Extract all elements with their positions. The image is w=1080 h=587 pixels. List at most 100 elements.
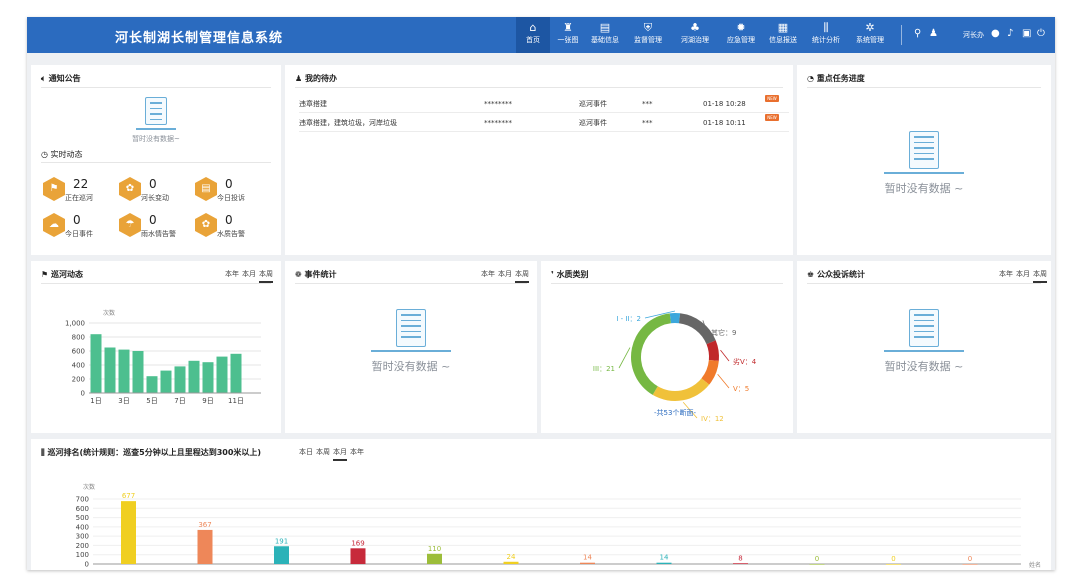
stat-item[interactable]: ✿ 0 水质告警 [195,213,265,241]
ranking-title: ⫼ 巡河排名(统计规则：巡查5分钟以上且里程达到300米以上) [41,448,262,457]
complaints-tabs: 本年 本月 本周 [996,269,1047,283]
patrol-bar[interactable] [216,356,228,393]
todo-time: 01-18 10:11 [703,119,746,127]
slice-leader-line [717,373,730,389]
tab-year[interactable]: 本年 [225,270,239,281]
todo-user: ******** [484,119,512,127]
x-axis-title: 姓名 [1029,561,1041,569]
todo-title: 违章搭建 [299,100,327,108]
tab-month[interactable]: 本月 [498,270,512,281]
stat-label: 正在巡河 [65,194,93,202]
tab-week[interactable]: 本周 [1033,270,1047,283]
rank-value-label: 191 [275,537,288,545]
tab-year[interactable]: 本年 [999,270,1013,281]
donut-slice[interactable] [652,378,710,401]
donut-slice[interactable] [706,340,719,361]
rank-bar[interactable] [197,529,213,564]
rank-value-label: 0 [815,555,819,563]
y-tick-label: 600 [72,348,85,356]
divider [807,283,1041,284]
notice-title: 🔈︎ 通知公告 [41,74,81,83]
rank-value-label: 8 [738,554,742,562]
stat-item[interactable]: ✿ 0 河长变动 [119,177,189,205]
nav-item-3[interactable]: ⛨ 监督管理 [627,17,669,53]
stat-item[interactable]: ▤ 0 今日投诉 [195,177,265,205]
rank-value-label: 0 [891,555,895,563]
patrol-bar[interactable] [188,360,200,393]
divider [295,283,527,284]
donut-slice[interactable] [669,313,681,324]
nav-item-1[interactable]: ♜ 一张图 [551,17,585,53]
tab-week[interactable]: 本周 [259,270,273,283]
progress-icon: ◔ [807,74,817,83]
todo-who: *** [642,100,653,108]
nav-item-6[interactable]: ▦ 信息报送 [762,17,804,53]
empty-base-line [136,128,176,130]
rank-bar[interactable] [350,548,366,564]
tab-month[interactable]: 本月 [1016,270,1030,281]
help-icon[interactable]: ● [991,28,1000,39]
rank-bar[interactable] [427,553,442,564]
tab-year[interactable]: 本年 [481,270,495,281]
todo-row[interactable]: 违章搭建 ******** 巡河事件 *** 01-18 10:28 NEW [299,95,789,113]
patrol-bar[interactable] [146,376,158,393]
patrol-bar[interactable] [104,347,116,394]
tab-month[interactable]: 本月 [242,270,256,281]
tab-week[interactable]: 本周 [515,270,529,283]
rank-bar[interactable] [580,562,595,564]
nav-item-2[interactable]: ▤ 基础信息 [585,17,625,53]
stat-icon: ✿ [119,177,141,201]
lock-icon[interactable]: ▣ [1022,28,1031,39]
rank-bar[interactable] [503,561,519,564]
water-title: ❜ 水质类别 [551,270,589,279]
donut-slice[interactable] [631,313,671,395]
y-axis-title: 次数 [83,483,95,491]
rank-bar[interactable] [809,564,825,565]
bell-icon[interactable]: ♪ [1007,28,1013,39]
y-tick-label: 0 [85,561,89,569]
todo-title: 违章搭建，建筑垃圾，河岸垃圾 [299,119,397,127]
nav-item-0[interactable]: ⌂ 首页 [516,17,550,53]
y-tick-label: 700 [76,496,89,504]
patrol-bar[interactable] [202,362,214,393]
patrol-bar[interactable] [118,349,130,393]
rank-bar[interactable] [733,563,748,564]
patrol-bar[interactable] [90,334,102,393]
rank-bar[interactable] [274,546,289,564]
tab-week[interactable]: 本周 [316,448,330,459]
water-donut-chart: I - II：2 其它：9 劣V：4 V：5 IV：12 III：21 -共53个断面- [593,310,757,423]
stat-item[interactable]: ☂ 0 雨水情告警 [119,213,189,241]
nav-item-4[interactable]: ♣ 河湖治理 [670,17,720,53]
empty-document-icon [909,309,939,347]
rank-bar[interactable] [886,564,901,565]
stat-label: 今日事件 [65,230,93,238]
nav-item-8[interactable]: ✲ 系统管理 [848,17,892,53]
search-icon[interactable]: ⚲ [914,28,921,39]
rank-value-label: 24 [507,553,516,561]
nav-item-7[interactable]: ⫼ 统计分析 [806,17,846,53]
stat-item[interactable]: ⚑ 22 正在巡河 [43,177,113,205]
stat-label: 雨水情告警 [141,230,176,238]
stat-number: 22 [73,177,89,191]
rank-bar[interactable] [962,564,978,565]
divider [41,283,271,284]
rank-bar[interactable] [656,562,672,564]
patrol-bar[interactable] [132,351,144,393]
tab-month[interactable]: 本月 [333,448,347,461]
notice-empty-state: 暂时没有数据~ [111,97,201,144]
patrol-bar[interactable] [230,353,242,393]
current-user[interactable]: 河长办 [963,30,984,40]
patrol-bar[interactable] [160,370,172,393]
patrol-bar[interactable] [174,366,186,393]
nav-item-5[interactable]: ✹ 应急管理 [722,17,760,53]
empty-base-line [884,172,964,174]
todo-type: 巡河事件 [579,100,607,108]
rank-bar[interactable] [121,501,136,564]
todo-row[interactable]: 违章搭建，建筑垃圾，河岸垃圾 ******** 巡河事件 *** 01-18 10:11… [299,114,789,132]
stat-item[interactable]: ☁ 0 今日事件 [43,213,113,241]
tab-day[interactable]: 本日 [299,448,313,459]
power-icon[interactable]: ⏻ [1037,28,1045,39]
user-switch-icon[interactable]: ♟ [929,28,938,39]
tab-year[interactable]: 本年 [350,448,364,459]
divider [41,87,271,88]
